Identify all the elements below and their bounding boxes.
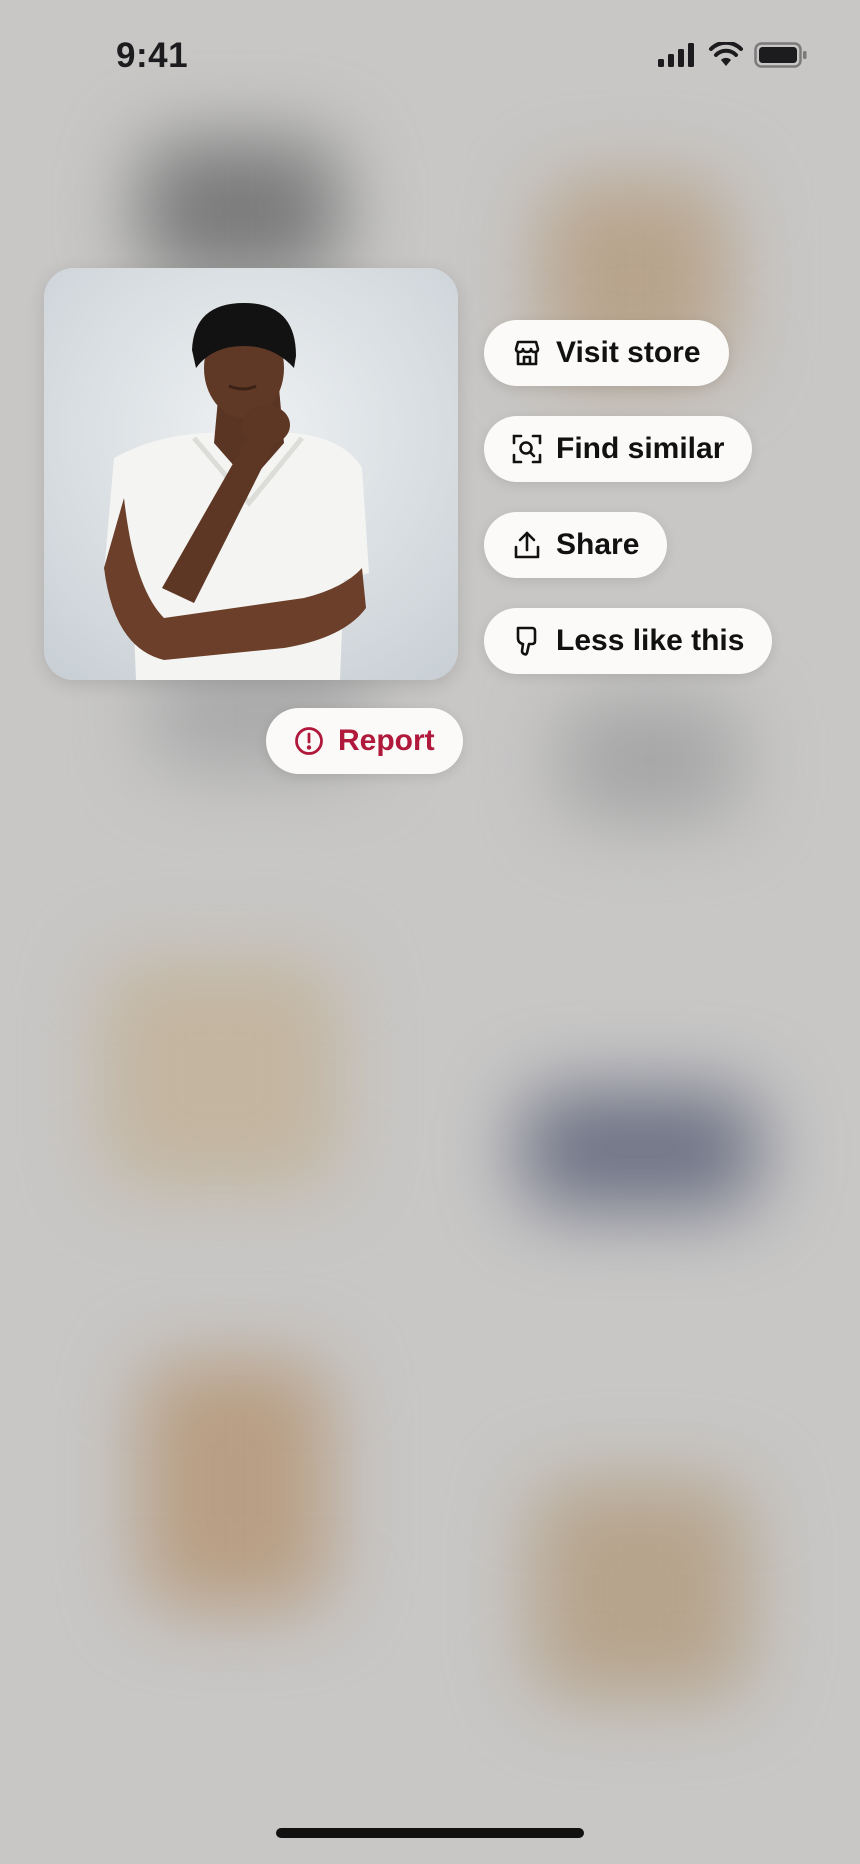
less-like-this-label: Less like this bbox=[556, 624, 745, 657]
share-icon bbox=[512, 530, 542, 560]
blurred-pin bbox=[100, 960, 340, 1190]
storefront-icon bbox=[512, 338, 542, 368]
visual-search-icon bbox=[512, 434, 542, 464]
wifi-icon bbox=[709, 42, 743, 66]
blurred-pin bbox=[140, 1360, 330, 1610]
pin-photo bbox=[44, 268, 458, 680]
blurred-pin bbox=[530, 1480, 750, 1700]
alert-circle-icon bbox=[294, 726, 324, 756]
visit-store-label: Visit store bbox=[556, 336, 701, 369]
pin-preview-image[interactable] bbox=[44, 268, 458, 680]
status-icons bbox=[658, 42, 808, 68]
battery-icon bbox=[754, 42, 807, 68]
less-like-this-button[interactable]: Less like this bbox=[484, 608, 773, 674]
thumbs-down-icon bbox=[512, 626, 542, 656]
report-label: Report bbox=[338, 724, 435, 757]
report-button[interactable]: Report bbox=[266, 708, 463, 774]
home-indicator[interactable] bbox=[276, 1828, 584, 1838]
status-time: 9:41 bbox=[116, 36, 189, 75]
share-button[interactable]: Share bbox=[484, 512, 668, 578]
share-label: Share bbox=[556, 528, 640, 561]
blurred-pin bbox=[520, 1090, 760, 1210]
blurred-pin bbox=[140, 140, 340, 280]
find-similar-button[interactable]: Find similar bbox=[484, 416, 753, 482]
blurred-pin bbox=[560, 700, 740, 820]
visit-store-button[interactable]: Visit store bbox=[484, 320, 729, 386]
status-bar: 9:41 bbox=[0, 0, 860, 110]
cellular-signal-icon bbox=[658, 43, 694, 67]
find-similar-label: Find similar bbox=[556, 432, 725, 465]
